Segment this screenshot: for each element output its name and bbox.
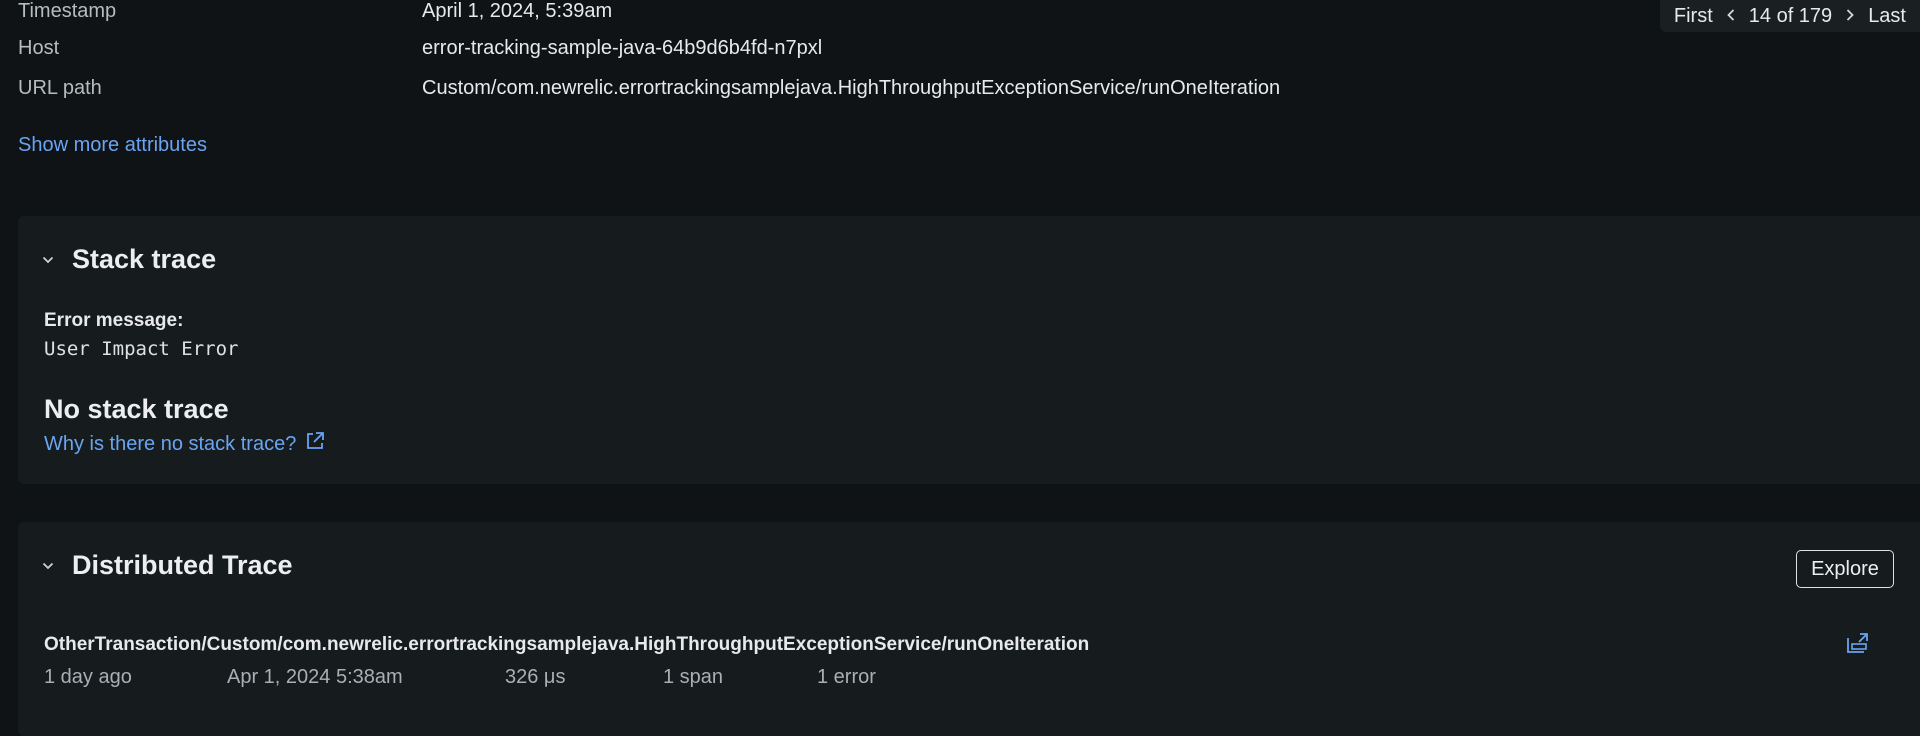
trace-duration: 326 μs bbox=[505, 666, 566, 688]
why-no-stack-trace-label: Why is there no stack trace? bbox=[44, 432, 297, 455]
chevron-left-icon[interactable] bbox=[1723, 6, 1739, 27]
open-trace-icon[interactable] bbox=[1842, 628, 1872, 658]
error-detail-page: Timestamp April 1, 2024, 5:39am Host err… bbox=[0, 0, 1920, 736]
trace-error-count: 1 error bbox=[817, 666, 876, 688]
why-no-stack-trace-link[interactable]: Why is there no stack trace? bbox=[44, 430, 326, 458]
attribute-key: Timestamp bbox=[18, 0, 117, 22]
stack-trace-title: Stack trace bbox=[72, 244, 217, 274]
pagination: First 14 of 179 Last bbox=[1659, 0, 1920, 32]
attribute-value: Custom/com.newrelic.errortrackingsamplej… bbox=[422, 76, 1281, 99]
chevron-down-icon bbox=[42, 254, 54, 266]
chevron-down-icon bbox=[42, 560, 54, 572]
show-more-attributes-link[interactable]: Show more attributes bbox=[18, 134, 207, 157]
trace-name-link[interactable]: OtherTransaction/Custom/com.newrelic.err… bbox=[44, 634, 1089, 656]
error-message-label: Error message: bbox=[44, 310, 184, 331]
page-position: 14 of 179 bbox=[1748, 4, 1833, 27]
attributes-list: Timestamp April 1, 2024, 5:39am Host err… bbox=[18, 0, 1280, 108]
attribute-row-url-path: URL path Custom/com.newrelic.errortracki… bbox=[18, 68, 1280, 108]
chevron-right-icon[interactable] bbox=[1842, 6, 1858, 27]
distributed-trace-title: Distributed Trace bbox=[72, 550, 293, 580]
stack-trace-card: Stack trace Error message: User Impact E… bbox=[18, 216, 1920, 484]
stack-trace-toggle[interactable]: Stack trace bbox=[42, 244, 216, 275]
attribute-row-timestamp: Timestamp April 1, 2024, 5:39am bbox=[18, 0, 1280, 28]
explore-button[interactable]: Explore bbox=[1796, 550, 1894, 588]
external-link-icon bbox=[304, 430, 326, 458]
attribute-key: URL path bbox=[18, 76, 102, 99]
no-stack-trace-heading: No stack trace bbox=[44, 394, 229, 424]
attribute-key: Host bbox=[18, 36, 60, 59]
first-page-button[interactable]: First bbox=[1674, 5, 1713, 28]
trace-span-count: 1 span bbox=[663, 666, 724, 688]
distributed-trace-toggle[interactable]: Distributed Trace bbox=[42, 550, 293, 581]
attribute-row-host: Host error-tracking-sample-java-64b9d6b4… bbox=[18, 28, 1280, 68]
distributed-trace-card: Distributed Trace Explore OtherTransacti… bbox=[18, 522, 1920, 736]
trace-metadata: 1 day ago Apr 1, 2024 5:38am 326 μs 1 sp… bbox=[44, 666, 876, 689]
attribute-value: error-tracking-sample-java-64b9d6b4fd-n7… bbox=[422, 36, 823, 59]
error-message-text: User Impact Error bbox=[44, 338, 239, 360]
attribute-value: April 1, 2024, 5:39am bbox=[422, 0, 613, 22]
trace-relative-time: 1 day ago bbox=[44, 666, 132, 688]
trace-date: Apr 1, 2024 5:38am bbox=[227, 666, 403, 688]
last-page-button[interactable]: Last bbox=[1868, 5, 1906, 28]
